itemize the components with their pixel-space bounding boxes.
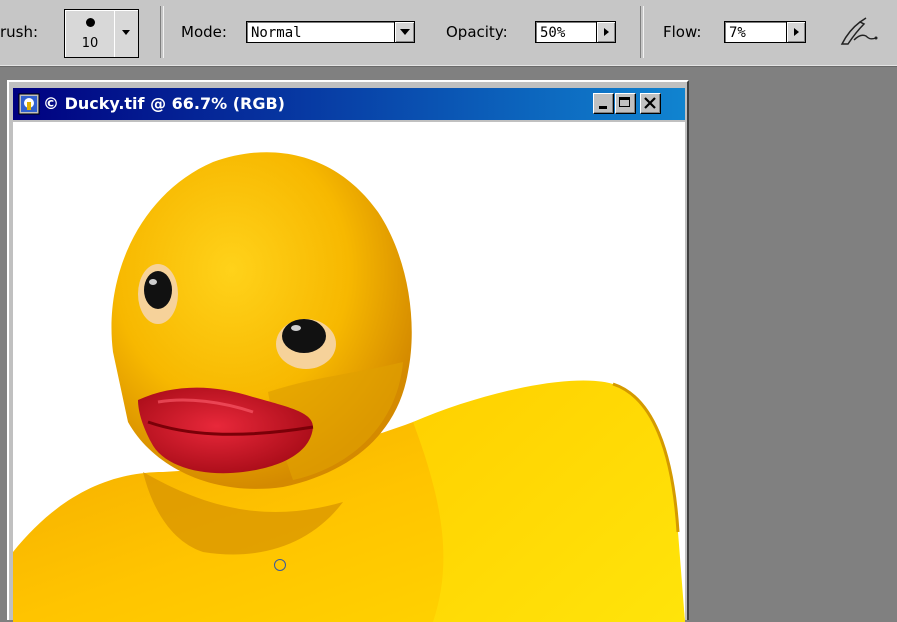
chevron-down-icon: [122, 30, 130, 35]
flow-label: Flow:: [663, 23, 702, 41]
photoshop-document-icon[interactable]: [18, 93, 40, 115]
chevron-down-icon: [400, 29, 410, 35]
opacity-label: Opacity:: [446, 23, 508, 41]
mode-dropdown-button[interactable]: [394, 21, 415, 43]
document-titlebar[interactable]: © Ducky.tif @ 66.7% (RGB): [13, 88, 685, 120]
rubber-duck-image: [13, 152, 685, 622]
document-window: © Ducky.tif @ 66.7% (RGB): [7, 80, 689, 622]
options-bar: rush: 10 Mode: Normal Opacity: 50% Flow:…: [0, 0, 897, 67]
mode-value: Normal: [251, 25, 302, 41]
brush-cursor: [274, 559, 286, 571]
image-canvas[interactable]: [13, 122, 685, 622]
minimize-icon: [599, 106, 607, 109]
mode-select[interactable]: Normal: [246, 21, 415, 43]
document-title: © Ducky.tif @ 66.7% (RGB): [43, 94, 285, 113]
opacity-value: 50%: [540, 25, 566, 41]
separator: [640, 6, 644, 58]
minimize-button[interactable]: [593, 93, 614, 114]
maximize-button[interactable]: [615, 93, 636, 114]
opacity-slider-button[interactable]: [596, 21, 616, 43]
chevron-right-icon: [604, 28, 609, 36]
close-button[interactable]: [640, 93, 661, 114]
mode-label: Mode:: [181, 23, 227, 41]
close-icon: [644, 97, 656, 109]
chevron-right-icon: [794, 28, 799, 36]
separator: [160, 6, 164, 58]
brush-preset-picker[interactable]: 10: [64, 9, 116, 58]
brush-tip-icon: [86, 18, 95, 27]
airbrush-icon[interactable]: [836, 14, 884, 50]
brush-label: rush:: [0, 23, 39, 41]
maximize-icon: [619, 97, 630, 107]
flow-value: 7%: [729, 25, 746, 41]
flow-slider-button[interactable]: [786, 21, 806, 43]
brush-dropdown-button[interactable]: [114, 9, 139, 58]
brush-size-value: 10: [81, 36, 99, 51]
